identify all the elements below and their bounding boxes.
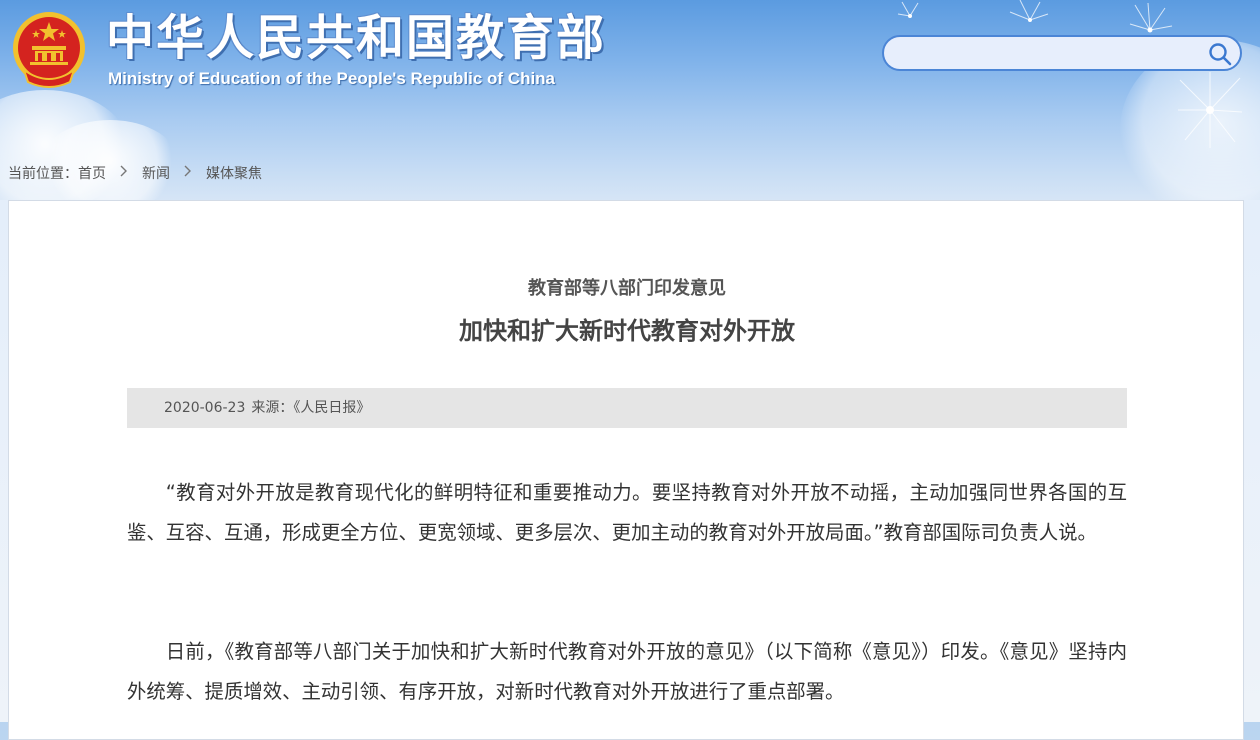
dandelion-decoration bbox=[897, 0, 1243, 148]
article-source: 来源：《人民日报》 bbox=[251, 400, 371, 416]
national-emblem-icon bbox=[13, 12, 85, 88]
search-icon[interactable] bbox=[1206, 40, 1234, 68]
article-date: 2020-06-23 bbox=[164, 400, 246, 416]
breadcrumb-news-link[interactable]: 新闻 bbox=[142, 163, 170, 183]
site-subtitle: Ministry of Education of the People's Re… bbox=[108, 69, 556, 88]
cloud-decoration bbox=[40, 120, 180, 200]
breadcrumb-label: 当前位置： bbox=[8, 166, 78, 182]
article-paragraph: 日前，《教育部等八部门关于加快和扩大新时代教育对外开放的意见》（以下简称《意见》… bbox=[127, 640, 1127, 703]
chevron-right-icon bbox=[184, 165, 192, 181]
breadcrumb-media-link[interactable]: 媒体聚焦 bbox=[206, 163, 262, 183]
breadcrumb: 当前位置： 首页 新闻 媒体聚焦 bbox=[8, 163, 262, 183]
search-input[interactable] bbox=[900, 41, 1204, 67]
article-kicker: 教育部等八部门印发意见 bbox=[528, 278, 726, 299]
chevron-right-icon bbox=[120, 165, 128, 181]
article-card: 教育部等八部门印发意见 加快和扩大新时代教育对外开放 2020-06-23 来源：… bbox=[8, 200, 1244, 740]
article-paragraph: “教育对外开放是教育现代化的鲜明特征和重要推动力。要坚持教育对外开放不动摇，主动… bbox=[127, 481, 1127, 544]
site-title: 中华人民共和国教育部 bbox=[106, 10, 607, 66]
search-box bbox=[882, 35, 1242, 71]
article-meta-bar: 2020-06-23 来源：《人民日报》 bbox=[127, 388, 1127, 428]
breadcrumb-home-link[interactable]: 首页 bbox=[78, 163, 106, 183]
article-headline: 加快和扩大新时代教育对外开放 bbox=[459, 317, 795, 345]
